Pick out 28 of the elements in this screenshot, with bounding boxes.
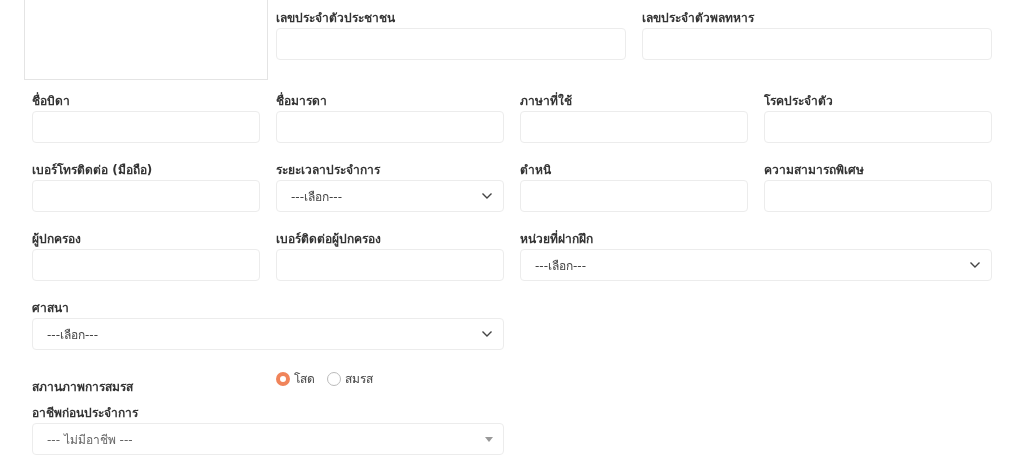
radio-button[interactable] <box>276 371 290 386</box>
radio-option[interactable]: สมรส <box>327 369 373 388</box>
field-label: ชื่อมารดา <box>276 93 328 109</box>
radio-button[interactable] <box>327 371 341 386</box>
radio-option[interactable]: โสด <box>276 369 315 388</box>
select-field[interactable]: ---เลือก--- <box>32 318 504 350</box>
field-label: ตำหนิ <box>520 162 552 178</box>
field-label: ระยะเวลาประจำการ <box>276 162 382 178</box>
field-label: ภาษาที่ใช้ <box>520 93 573 109</box>
select-field[interactable]: ---เลือก--- <box>520 249 992 281</box>
field-label: ความสามารถพิเศษ <box>764 162 865 178</box>
field-label: ผู้ปกครอง <box>32 231 82 247</box>
field-label: เบอร์โทรติดต่อ (มือถือ) <box>32 162 154 178</box>
field-label: เบอร์ติดต่อผู้ปกครอง <box>276 231 382 247</box>
select-field[interactable]: ---เลือก--- <box>276 180 504 212</box>
chevron-down-icon <box>481 330 493 338</box>
field-label: โรคประจำตัว <box>764 93 834 109</box>
field-label: ชื่อบิดา <box>32 93 71 109</box>
field-label: สภานภาพการสมรส <box>32 379 135 395</box>
field-label: ศาสนา <box>32 300 70 316</box>
field-label: หน่วยที่ฝากฝึก <box>520 231 594 247</box>
field-label: เลขประจำตัวประชาชน <box>276 10 396 26</box>
combo-field[interactable]: --- ไม่มีอาชีพ --- <box>32 423 504 455</box>
field-label: อาชีพก่อนประจำการ <box>32 405 140 421</box>
caret-icon <box>485 436 493 442</box>
field-label: เลขประจำตัวพลทหาร <box>642 10 756 26</box>
chevron-down-icon <box>481 192 493 200</box>
chevron-down-icon <box>969 261 981 269</box>
